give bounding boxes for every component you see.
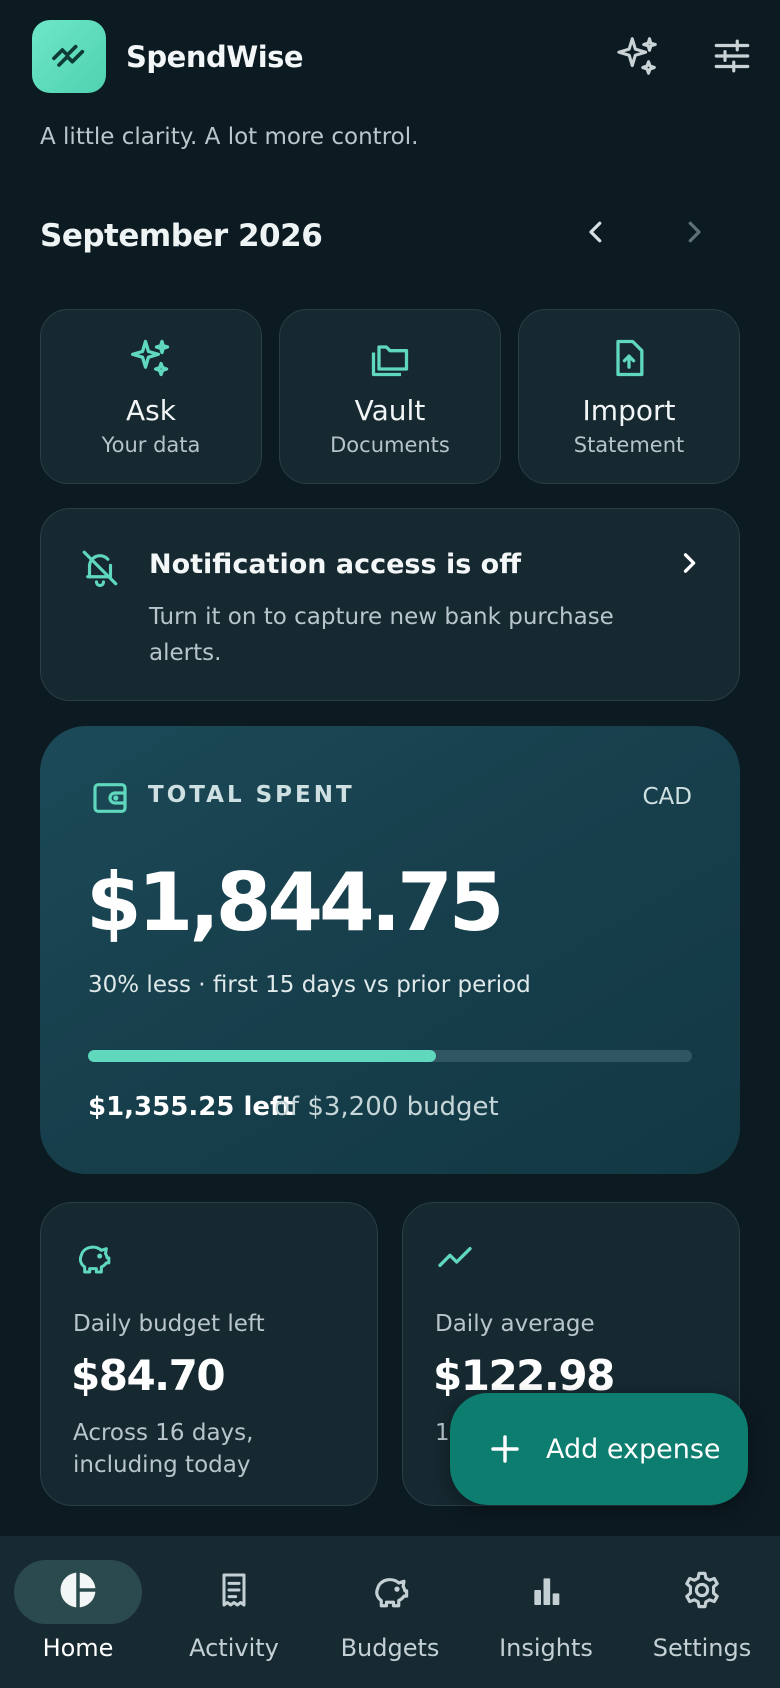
sparkles-icon <box>615 33 661 83</box>
nav-indicator <box>14 1560 142 1624</box>
receipt-icon <box>214 1570 254 1614</box>
budget-progress-bar <box>88 1050 692 1062</box>
pie-chart-icon <box>57 1569 99 1615</box>
nav-item-home[interactable]: Home <box>0 1560 156 1680</box>
nav-item-insights[interactable]: Insights <box>468 1560 624 1680</box>
stat-label: Daily budget left <box>73 1311 265 1337</box>
tagline: A little clarity. A lot more control. <box>40 124 419 150</box>
quick-action-vault[interactable]: Vault Documents <box>279 309 501 484</box>
nav-label: Settings <box>652 1634 752 1662</box>
nav-icon-wrap <box>170 1560 298 1624</box>
quick-action-title: Ask <box>126 394 176 427</box>
total-spent-amount: $1,844.75 <box>86 856 504 949</box>
sliders-icon <box>711 35 753 81</box>
plus-icon <box>488 1432 522 1466</box>
total-spent-label: TOTAL SPENT <box>148 782 355 808</box>
next-month-button[interactable] <box>672 212 716 256</box>
quick-action-subtitle: Your data <box>101 433 201 457</box>
add-expense-label: Add expense <box>546 1433 721 1465</box>
add-expense-button[interactable]: Add expense <box>450 1393 748 1505</box>
piggy-bank-icon <box>73 1237 113 1281</box>
quick-action-subtitle: Statement <box>573 433 685 457</box>
stat-value: $84.70 <box>71 1351 226 1400</box>
gear-icon <box>681 1569 723 1615</box>
total-spent-card[interactable]: TOTAL SPENT CAD $1,844.75 30% less · fir… <box>40 726 740 1174</box>
currency-label: CAD <box>642 784 692 810</box>
chevron-left-icon <box>581 217 611 251</box>
nav-label: Activity <box>189 1634 279 1662</box>
nav-icon-wrap <box>638 1560 766 1624</box>
bar-chart-icon <box>526 1570 566 1614</box>
daily-budget-left-card[interactable]: Daily budget left $84.70 Across 16 days,… <box>40 1202 378 1506</box>
stat-note: Across 16 days, including today <box>73 1420 254 1478</box>
app-name: SpendWise <box>126 40 304 74</box>
month-label: September 2026 <box>40 218 323 254</box>
chevron-right-icon <box>679 217 709 251</box>
trend-up-icon <box>435 1237 475 1281</box>
nav-icon-wrap <box>482 1560 610 1624</box>
previous-month-button[interactable] <box>574 212 618 256</box>
bell-off-icon <box>79 547 121 593</box>
nav-item-activity[interactable]: Activity <box>156 1560 312 1680</box>
bottom-navigation: Home Activity Budgets Insights Settings <box>0 1536 780 1688</box>
budget-progress-fill <box>88 1050 436 1062</box>
nav-label: Budgets <box>340 1634 440 1662</box>
ask-ai-button[interactable] <box>612 32 664 84</box>
folder-icon <box>368 334 412 382</box>
nav-item-budgets[interactable]: Budgets <box>312 1560 468 1680</box>
nav-label: Home <box>42 1634 114 1662</box>
period-comparison: 30% less · first 15 days vs prior period <box>88 972 531 998</box>
wallet-icon <box>90 778 130 822</box>
filters-button[interactable] <box>706 32 758 84</box>
piggy-bank-icon <box>369 1569 411 1615</box>
quick-action-import[interactable]: Import Statement <box>518 309 740 484</box>
quick-action-subtitle: Documents <box>330 433 450 457</box>
nav-label: Insights <box>499 1634 593 1662</box>
quick-action-title: Import <box>582 394 676 427</box>
nav-icon-wrap <box>326 1560 454 1624</box>
notification-title: Notification access is off <box>149 549 522 580</box>
file-upload-icon <box>607 334 651 382</box>
nav-item-settings[interactable]: Settings <box>624 1560 780 1680</box>
quick-action-title: Vault <box>354 394 426 427</box>
quick-action-ask[interactable]: Ask Your data <box>40 309 262 484</box>
trend-up-icon <box>49 35 89 79</box>
stat-label: Daily average <box>435 1311 595 1337</box>
budget-total: of $3,200 budget <box>274 1092 499 1122</box>
budget-remaining: $1,355.25 left <box>88 1092 294 1122</box>
app-root: SpendWise A little clarity. A lot more c… <box>0 0 780 1688</box>
sparkles-icon <box>129 334 173 382</box>
notification-access-banner[interactable]: Notification access is off Turn it on to… <box>40 508 740 701</box>
chevron-right-icon <box>675 549 703 581</box>
notification-body: Turn it on to capture new bank purchase … <box>149 604 614 666</box>
app-logo <box>32 20 106 93</box>
